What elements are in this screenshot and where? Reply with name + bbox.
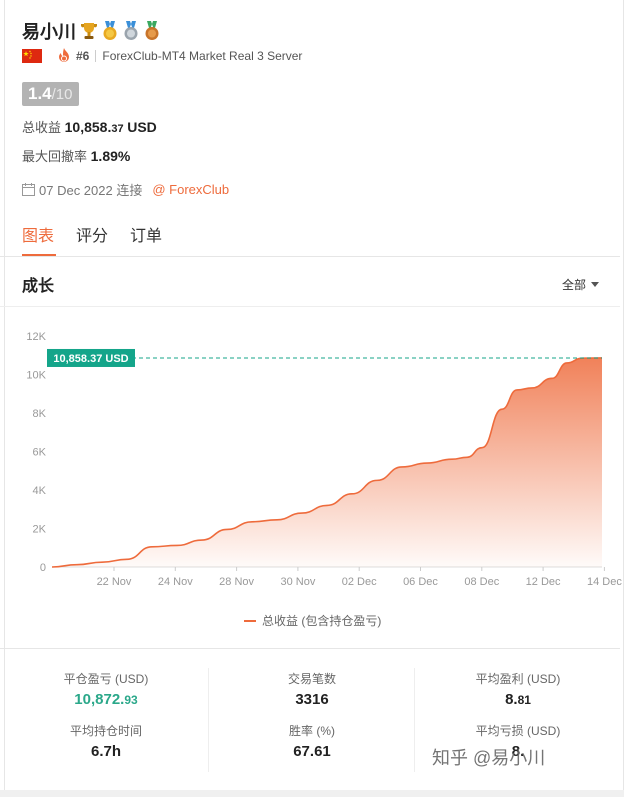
x-tick-label: 06 Dec [403,576,438,588]
fire-rank-icon [59,48,69,62]
connection-info: 07 Dec 2022 连接 @ ForexClub [22,180,229,199]
total-profit-label: 总收益 [22,120,62,135]
closed-pnl-value: 10,872.93 [74,691,138,708]
x-tick-label: 02 Dec [342,576,377,588]
tab-rating[interactable]: 评分 [76,222,108,254]
total-profit-cents: 37 [111,123,124,135]
avg-profit-label: 平均盈利 (USD) [475,672,561,686]
chart-legend[interactable]: 总收益 (包含持仓盈亏) [244,612,381,629]
trade-count-value: 3316 [295,691,329,708]
trader-name: 易小川 [22,22,76,42]
profile-name-row: 易小川 [22,18,164,44]
total-profit-main: 10,858. [64,119,112,135]
win-rate-label: 胜率 (%) [289,724,335,738]
caret-down-icon [591,282,600,287]
stats-column-2: 交易笔数 3316 胜率 (%) 67.61 [212,658,412,760]
zhihu-watermark: 知乎 @易小川 [432,748,546,768]
avg-hold-time-label: 平均持仓时间 [69,724,142,738]
y-tick-label: 6K [33,447,47,459]
y-tick-label: 8K [33,408,47,420]
legend-swatch [244,619,256,622]
range-filter-dropdown[interactable]: 全部 [562,276,600,293]
trophy-icon [80,21,98,41]
gold-medal-icon [101,21,119,41]
max-drawdown: 最大回撤率 1.89% [22,146,130,165]
x-tick-label: 14 Dec [587,576,622,588]
legend-label: 总收益 (包含持仓盈亏) [262,614,382,628]
growth-chart: 0 2K 4K 6K 8K 10K 12K 22 Nov 24 Nov 28 Nov 30 Nov 0… [26,331,622,588]
x-tick-label: 24 Nov [158,576,193,588]
bronze-medal-icon [143,21,161,41]
closed-pnl-label: 平仓盈亏 (USD) [63,672,149,686]
drawdown-label: 最大回撤率 [22,149,88,164]
growth-divider [0,306,620,307]
range-filter-label: 全部 [562,278,587,292]
win-rate-value: 67.61 [293,743,331,760]
y-tick-label: 12K [26,331,46,343]
drawdown-value: 1.89% [90,148,131,164]
stats-column-1: 平仓盈亏 (USD) 10,872.93 平均持仓时间 6.7h [6,658,206,760]
stats-divider [208,668,209,772]
trade-count-label: 交易笔数 [287,672,336,686]
x-tick-label: 30 Nov [280,576,315,588]
avg-hold-time-value: 6.7h [90,743,121,760]
stats-divider [414,668,415,772]
tab-orders[interactable]: 订单 [130,222,162,254]
avg-loss-label: 平均亏损 (USD) [475,724,561,738]
total-profit: 总收益 10,858.37 USD [22,117,157,136]
x-tick-label: 08 Dec [464,576,499,588]
silver-medal-icon [122,21,140,41]
x-tick-label: 22 Nov [97,576,132,588]
total-profit-currency: USD [127,119,157,135]
y-tick-label: 2K [33,524,47,536]
rank-number: #6 [76,49,90,63]
content-tabs: 图表 评分 订单 [22,222,184,254]
bottom-bar [0,790,624,797]
current-value-label: 10,858.37 USD [53,353,128,365]
y-tick-label: 0 [40,562,46,574]
growth-title: 成长 [22,278,55,295]
connected-date: 07 Dec 2022 连接 [39,183,143,198]
rating-max: /10 [51,86,73,103]
x-tick-label: 12 Dec [526,576,561,588]
y-tick-label: 4K [33,485,47,497]
broker-link[interactable]: @ ForexClub [152,182,229,197]
china-flag-icon [22,49,42,63]
profile-meta-row: #6 ForexClub-MT4 Market Real 3 Server [22,48,302,64]
y-tick-label: 10K [26,370,46,382]
avg-profit-value: 8.81 [505,691,531,708]
tab-chart[interactable]: 图表 [22,222,54,254]
rating-badge: 1.4 /10 [22,82,79,106]
rating-value: 1.4 [28,84,52,103]
server-name: ForexClub-MT4 Market Real 3 Server [102,49,303,63]
x-tick-label: 28 Nov [219,576,254,588]
meta-separator [95,50,97,62]
calendar-icon [22,183,35,196]
